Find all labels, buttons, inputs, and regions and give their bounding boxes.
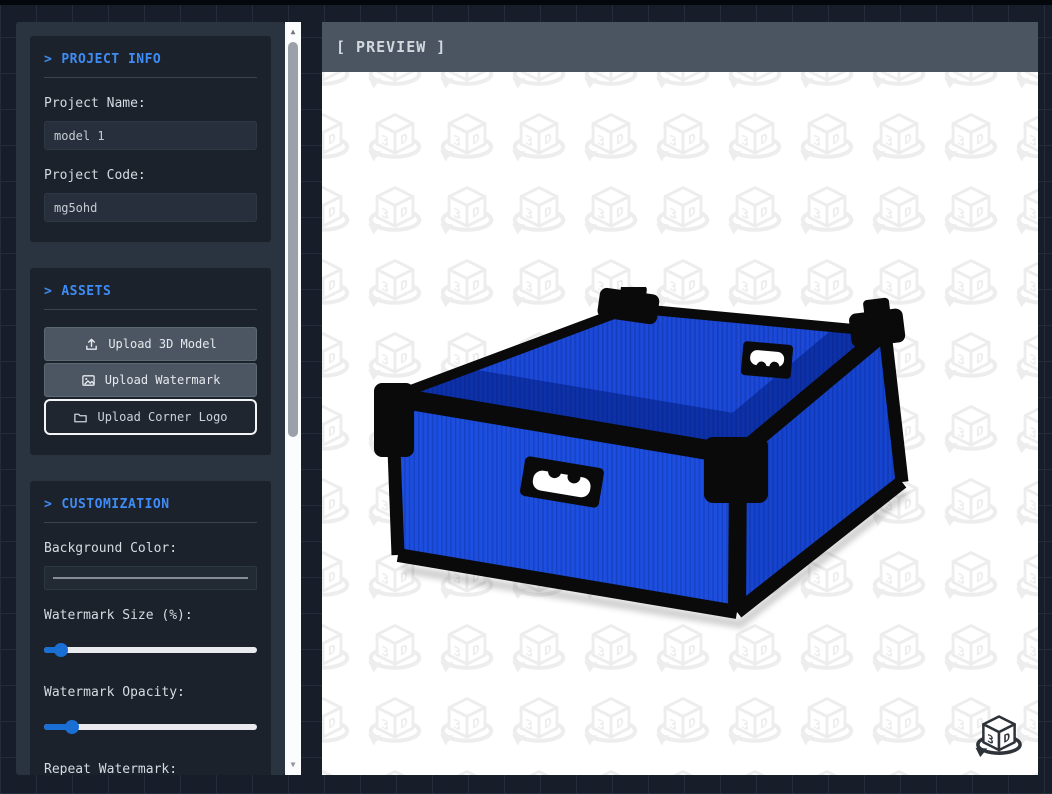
- button-label: Upload Watermark: [105, 373, 221, 387]
- app-window: > PROJECT INFO Project Name: model 1 Proj…: [0, 0, 1052, 794]
- scroll-down-arrow[interactable]: ▼: [285, 758, 301, 772]
- project-name-input[interactable]: model 1: [44, 121, 257, 150]
- watermark-opacity-slider[interactable]: [44, 720, 257, 734]
- background-color-label: Background Color:: [44, 541, 257, 556]
- preview-viewport[interactable]: 3 D: [322, 72, 1038, 775]
- slider-thumb[interactable]: [54, 643, 68, 657]
- top-bar: [0, 0, 1052, 5]
- button-label: Upload Corner Logo: [97, 410, 227, 424]
- customization-card: > CUSTOMIZATION Background Color: Waterma…: [30, 481, 271, 775]
- scroll-up-arrow[interactable]: ▲: [285, 25, 301, 39]
- folder-icon: [73, 410, 88, 425]
- project-name-value: model 1: [54, 129, 105, 143]
- preview-header: [ PREVIEW ]: [322, 22, 1038, 72]
- image-icon: [81, 373, 96, 388]
- customization-header: > CUSTOMIZATION: [44, 497, 257, 512]
- slider-track[interactable]: [44, 647, 257, 653]
- assets-card: > ASSETS Upload 3D Model Upload Watermark…: [30, 268, 271, 455]
- divider: [44, 309, 257, 310]
- project-name-label: Project Name:: [44, 96, 257, 111]
- slider-thumb[interactable]: [65, 720, 79, 734]
- watermark-size-slider[interactable]: [44, 643, 257, 657]
- upload-corner-logo-button[interactable]: Upload Corner Logo: [44, 399, 257, 435]
- section-title: CUSTOMIZATION: [61, 497, 169, 512]
- project-code-input[interactable]: mg5ohd: [44, 193, 257, 222]
- section-title: ASSETS: [61, 284, 111, 299]
- background-color-input[interactable]: [44, 566, 257, 590]
- repeat-watermark-label: Repeat Watermark:: [44, 762, 257, 775]
- sidebar-scrollbar[interactable]: ▲ ▼: [285, 22, 301, 775]
- upload-icon: [84, 337, 99, 352]
- section-prefix: >: [44, 52, 52, 67]
- divider: [44, 522, 257, 523]
- crate-3d-model[interactable]: [372, 287, 942, 632]
- project-info-header: > PROJECT INFO: [44, 52, 257, 67]
- preview-title: [ PREVIEW ]: [336, 38, 446, 56]
- scrollbar-thumb[interactable]: [288, 42, 298, 437]
- project-code-value: mg5ohd: [54, 201, 97, 215]
- divider: [44, 77, 257, 78]
- project-info-card: > PROJECT INFO Project Name: model 1 Proj…: [30, 36, 271, 242]
- assets-header: > ASSETS: [44, 284, 257, 299]
- watermark-size-label: Watermark Size (%):: [44, 608, 257, 623]
- color-swatch-line: [53, 577, 248, 579]
- section-prefix: >: [44, 284, 52, 299]
- project-code-label: Project Code:: [44, 168, 257, 183]
- section-title: PROJECT INFO: [61, 52, 161, 67]
- corner-logo: [974, 713, 1024, 759]
- upload-watermark-button[interactable]: Upload Watermark: [44, 363, 257, 397]
- section-prefix: >: [44, 497, 52, 512]
- watermark-opacity-label: Watermark Opacity:: [44, 685, 257, 700]
- button-label: Upload 3D Model: [108, 337, 216, 351]
- sidebar-panel: > PROJECT INFO Project Name: model 1 Proj…: [16, 22, 285, 775]
- upload-3d-model-button[interactable]: Upload 3D Model: [44, 327, 257, 361]
